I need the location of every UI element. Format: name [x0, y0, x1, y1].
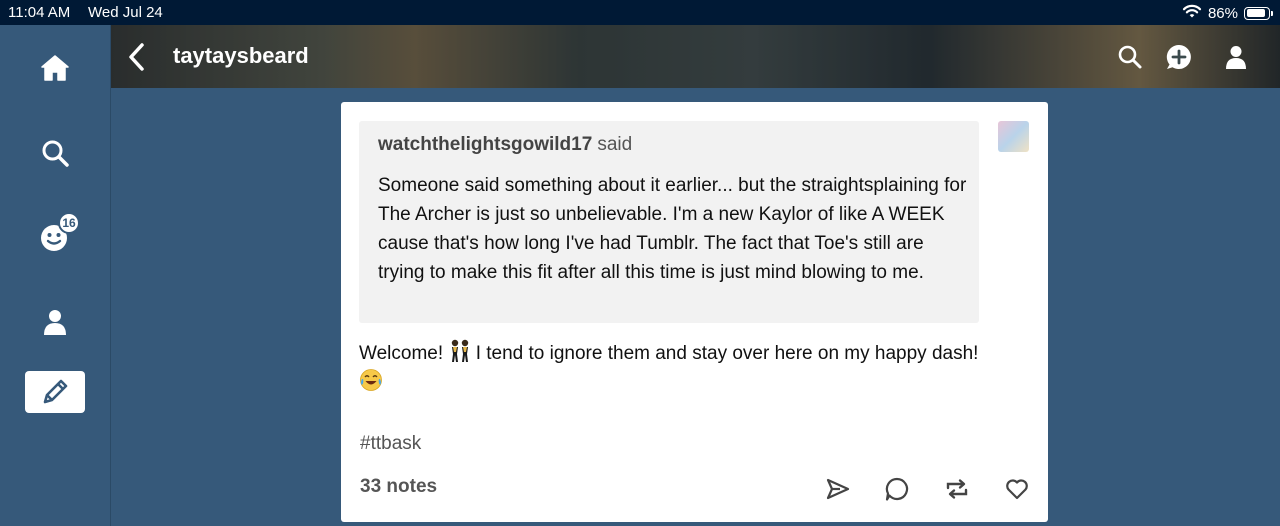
sidebar-item-compose[interactable] — [25, 371, 85, 413]
header-search-button[interactable] — [1115, 42, 1145, 72]
status-time: 11:04 AM — [8, 4, 71, 21]
search-icon — [42, 140, 69, 167]
battery-icon — [1244, 6, 1273, 20]
sidebar-item-account[interactable] — [25, 301, 85, 343]
reply-text-part2: I tend to ignore them and stay over here… — [475, 343, 979, 364]
sidebar-item-search[interactable] — [25, 132, 85, 174]
quote-attribution: watchthelightsgowild17 said — [378, 134, 632, 156]
share-icon — [826, 478, 850, 500]
pencil-icon — [43, 379, 68, 404]
back-chevron-icon — [129, 43, 144, 71]
person-icon — [44, 310, 66, 335]
battery-percent: 86% — [1207, 4, 1238, 22]
tears-of-joy-emoji-icon — [359, 368, 382, 391]
quote-said-label: said — [597, 134, 633, 155]
activity-badge: 16 — [58, 212, 80, 234]
dancing-women-emoji-icon — [448, 339, 470, 362]
sidebar-item-activity[interactable]: 16 — [25, 212, 85, 258]
quoted-post: watchthelightsgowild17 said Someone said … — [359, 121, 979, 323]
status-date: Wed Jul 24 — [88, 4, 163, 21]
like-icon — [1006, 479, 1028, 500]
status-right: 86% — [1182, 3, 1273, 23]
like-button[interactable] — [1002, 474, 1032, 504]
reply-icon — [885, 477, 909, 501]
search-icon — [1118, 45, 1142, 69]
wifi-icon — [1182, 3, 1202, 23]
post-card: watchthelightsgowild17 said Someone said … — [341, 102, 1048, 522]
reply-button[interactable] — [882, 474, 912, 504]
blog-header: taytaysbeard — [111, 25, 1280, 88]
quote-text: Someone said something about it earlier.… — [378, 175, 967, 283]
avatar[interactable] — [998, 121, 1029, 152]
status-bar: 11:04 AM Wed Jul 24 86% — [0, 0, 1280, 25]
reply-text: Welcome! I tend to ignore them and stay … — [359, 339, 1029, 397]
blog-title[interactable]: taytaysbeard — [173, 43, 309, 69]
notes-count[interactable]: 33 notes — [360, 476, 437, 498]
share-button[interactable] — [823, 474, 853, 504]
reblog-icon — [946, 479, 968, 499]
home-icon — [41, 55, 69, 81]
reblog-button[interactable] — [942, 474, 972, 504]
person-icon — [1226, 46, 1246, 69]
plus-bubble-icon — [1166, 44, 1191, 69]
header-account-button[interactable] — [1221, 42, 1251, 72]
sidebar: 16 — [0, 25, 111, 526]
reply-text-part1: Welcome! — [359, 343, 444, 364]
header-new-post-button[interactable] — [1164, 42, 1194, 72]
post-tag[interactable]: #ttbask — [360, 433, 421, 455]
quote-username[interactable]: watchthelightsgowild17 — [378, 134, 592, 155]
back-button[interactable] — [123, 41, 151, 73]
sidebar-item-home[interactable] — [25, 47, 85, 89]
